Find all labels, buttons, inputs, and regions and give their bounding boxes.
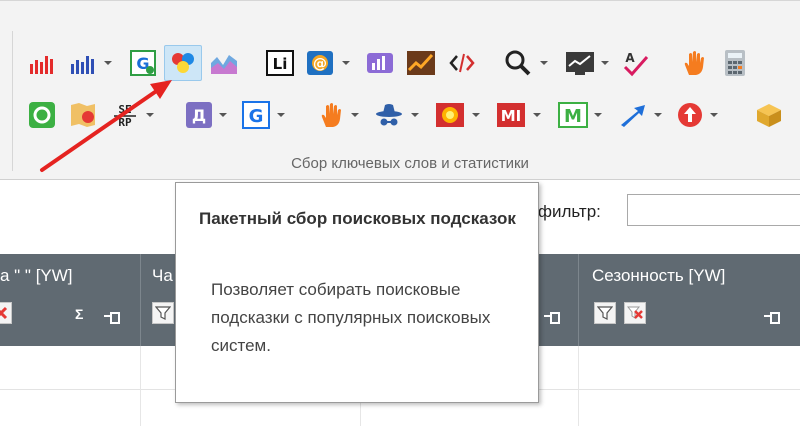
linkedin-text: Li: [273, 55, 288, 73]
ribbon-group-label: Сбор ключевых слов и статистики: [291, 155, 529, 172]
chevron-down-icon[interactable]: [653, 99, 663, 131]
hand-stop-icon[interactable]: [315, 99, 347, 131]
map-pin-icon[interactable]: [67, 99, 99, 131]
chevron-down-icon[interactable]: [539, 47, 549, 79]
clear-filter-icon[interactable]: [624, 302, 646, 324]
ribbon-toolbar: G Li @ A SE RP Д G MI M Сбор ключевых сл…: [0, 0, 800, 180]
chevron-down-icon[interactable]: [410, 99, 420, 131]
google-stats-icon[interactable]: G: [128, 47, 158, 79]
column-header-seasonality[interactable]: Сезонность [YW]: [592, 266, 725, 286]
serp-icon[interactable]: SE RP: [108, 99, 142, 131]
filter-icon[interactable]: [594, 302, 616, 324]
google-g-text: G: [249, 106, 264, 127]
chevron-down-icon[interactable]: [471, 99, 481, 131]
trend-chart-icon[interactable]: [404, 47, 438, 79]
svg-text:RP: RP: [118, 116, 132, 129]
svg-text:SE: SE: [118, 103, 131, 116]
letter-d-text: Д: [192, 106, 206, 125]
green-ring-icon[interactable]: [26, 99, 58, 131]
body-divider: [578, 346, 579, 426]
tooltip-body: Позволяет собирать поисковые подсказки с…: [211, 280, 491, 355]
tooltip-title: Пакетный сбор поисковых подсказок: [199, 209, 516, 228]
code-tag-icon[interactable]: [446, 47, 478, 79]
chevron-down-icon[interactable]: [103, 47, 113, 79]
chevron-down-icon[interactable]: [341, 47, 351, 79]
chevron-down-icon[interactable]: [218, 99, 228, 131]
pin-icon[interactable]: [104, 312, 120, 324]
bar-chart-red-icon[interactable]: [26, 47, 58, 79]
pin-icon[interactable]: [764, 312, 780, 324]
monitor-chart-icon[interactable]: [563, 47, 597, 79]
body-divider: [140, 346, 141, 426]
column-header-title[interactable]: а " " [YW]: [0, 266, 73, 286]
at-sign-icon[interactable]: @: [304, 47, 336, 79]
clear-filter-icon[interactable]: [0, 302, 12, 324]
google-g-icon[interactable]: G: [240, 99, 272, 131]
filter-icon[interactable]: [152, 302, 174, 324]
spy-hat-icon[interactable]: [372, 99, 406, 131]
chevron-down-icon[interactable]: [350, 99, 360, 131]
at-text: @: [313, 56, 327, 72]
sun-burst-icon[interactable]: [433, 99, 467, 131]
chevron-down-icon[interactable]: [600, 47, 610, 79]
chevron-down-icon[interactable]: [532, 99, 542, 131]
search-icon[interactable]: [502, 47, 534, 79]
spellcheck-icon[interactable]: A: [619, 47, 651, 79]
linkedin-icon[interactable]: Li: [264, 47, 296, 79]
mi-text: MI: [501, 107, 522, 125]
column-divider: [578, 254, 579, 346]
ribbon-separator: [12, 31, 13, 171]
purple-chart-icon[interactable]: [363, 47, 397, 79]
mi-logo-icon[interactable]: MI: [494, 99, 528, 131]
chevron-down-icon[interactable]: [709, 99, 719, 131]
bar-chart-blue-icon[interactable]: [67, 47, 99, 79]
sum-icon[interactable]: Σ: [75, 306, 83, 322]
batch-suggestions-icon[interactable]: [164, 45, 202, 81]
letter-d-icon[interactable]: Д: [183, 99, 215, 131]
chevron-down-icon[interactable]: [276, 99, 286, 131]
box-package-icon[interactable]: [752, 99, 786, 131]
pin-icon[interactable]: [544, 312, 560, 324]
spellcheck-text: A: [625, 51, 635, 65]
chevron-down-icon[interactable]: [593, 99, 603, 131]
column-header-title[interactable]: Ча: [152, 266, 173, 286]
chevron-down-icon[interactable]: [145, 99, 155, 131]
column-divider: [140, 254, 141, 346]
arrow-export-icon[interactable]: [616, 99, 650, 131]
area-chart-icon[interactable]: [207, 47, 241, 79]
hand-stop-icon[interactable]: [678, 47, 710, 79]
filter-label: фильтр:: [538, 202, 601, 221]
calculator-icon[interactable]: [720, 47, 750, 79]
red-circle-icon[interactable]: [674, 99, 706, 131]
tooltip: Пакетный сбор поисковых подсказок Позвол…: [175, 182, 539, 403]
letter-m-text: M: [564, 106, 582, 127]
filter-input[interactable]: [627, 194, 800, 226]
letter-m-icon[interactable]: M: [556, 99, 590, 131]
